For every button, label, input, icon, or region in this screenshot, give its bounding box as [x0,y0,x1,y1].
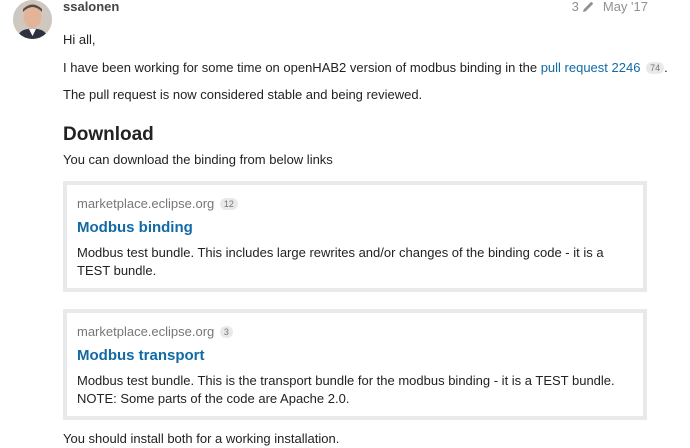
onebox-source-domain: marketplace.eclipse.org [77,324,215,339]
avatar[interactable] [13,0,52,39]
user-photo-icon [13,0,52,39]
intro-paragraph: I have been working for some time on ope… [63,59,668,77]
intro-text: I have been working for some time on ope… [63,60,538,75]
install-note: You should install both for a working in… [63,431,340,446]
username[interactable]: ssalonen [63,0,119,14]
download-intro: You can download the binding from below … [63,152,333,167]
link-click-count: 74 [646,62,665,74]
pull-request-link[interactable]: pull request 2246 [541,60,641,75]
post-meta: 3 May '17 [572,0,648,14]
onebox-description: Modbus test bundle. This is the transpor… [77,373,615,406]
onebox-source-domain: marketplace.eclipse.org [77,196,215,211]
greeting: Hi all, [63,32,96,47]
pencil-icon[interactable] [582,1,594,13]
onebox-source: marketplace.eclipse.org 12 [77,196,238,212]
onebox-modbus-transport[interactable]: marketplace.eclipse.org 3 Modbus transpo… [63,309,647,420]
download-heading: Download [63,124,154,145]
post-date[interactable]: May '17 [603,0,648,14]
status-paragraph: The pull request is now considered stabl… [63,87,423,102]
onebox-title-link[interactable]: Modbus transport [77,347,205,365]
link-click-count: 12 [219,198,238,210]
intro-end: . [664,60,668,75]
onebox-modbus-binding[interactable]: marketplace.eclipse.org 12 Modbus bindin… [63,181,647,292]
onebox-source: marketplace.eclipse.org 3 [77,324,233,340]
edit-count[interactable]: 3 [572,0,579,14]
onebox-title-link[interactable]: Modbus binding [77,219,193,237]
onebox-description: Modbus test bundle. This includes large … [77,245,604,278]
link-click-count: 3 [219,326,233,338]
